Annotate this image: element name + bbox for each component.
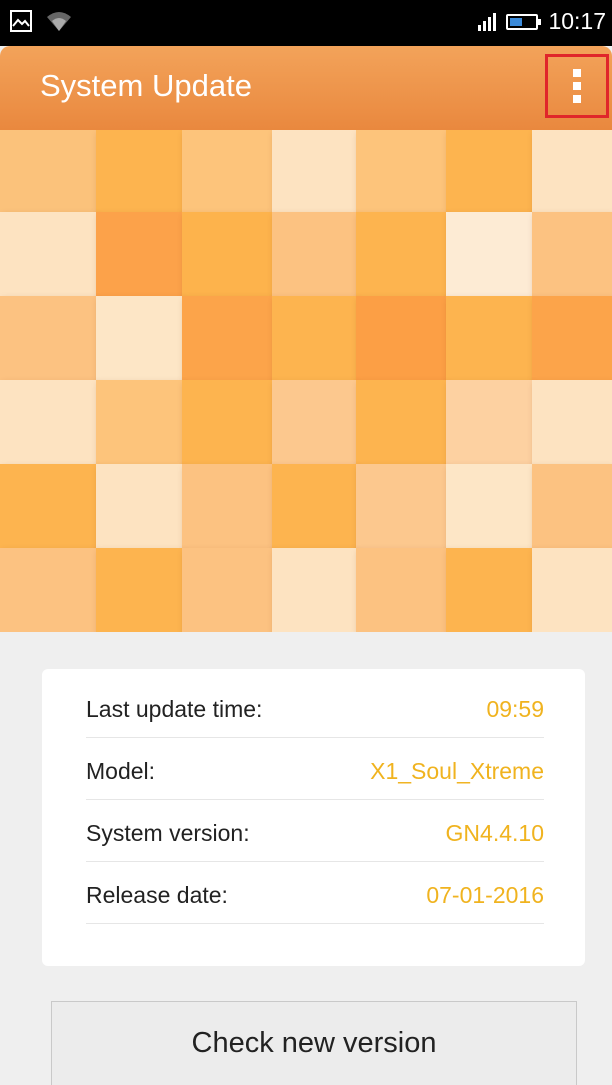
- info-row-system-version: System version: GN4.4.10: [86, 805, 544, 862]
- signal-icon: [478, 12, 497, 31]
- mosaic-tile: [96, 380, 182, 464]
- mosaic-tile: [532, 464, 612, 548]
- mosaic-tile: [0, 464, 96, 548]
- info-value: X1_Soul_Xtreme: [370, 757, 544, 784]
- mosaic-tile: [96, 548, 182, 632]
- mosaic-tile: [96, 130, 182, 212]
- mosaic-tile: [272, 296, 356, 380]
- mosaic-tile: [532, 380, 612, 464]
- info-value: 09:59: [486, 695, 544, 722]
- mosaic-tile: [0, 380, 96, 464]
- mosaic-tile: [446, 380, 532, 464]
- mosaic-tile: [272, 212, 356, 296]
- action-bar: System Update: [0, 46, 612, 130]
- mosaic-tile: [182, 296, 272, 380]
- mosaic-tile: [532, 548, 612, 632]
- info-label: Last update time:: [86, 695, 263, 722]
- mosaic-tile: [272, 548, 356, 632]
- mosaic-tile: [356, 296, 446, 380]
- mosaic-tile: [532, 212, 612, 296]
- mosaic-tile: [0, 212, 96, 296]
- mosaic-tile: [446, 212, 532, 296]
- mosaic-tile: [182, 464, 272, 548]
- info-row-release-date: Release date: 07-01-2016: [86, 867, 544, 924]
- mosaic-tile: [446, 464, 532, 548]
- mosaic-tile: [182, 548, 272, 632]
- mosaic-tile: [0, 548, 96, 632]
- status-time: 10:17: [548, 8, 606, 34]
- mosaic-tile: [356, 548, 446, 632]
- mosaic-tile: [446, 296, 532, 380]
- info-card: Last update time: 09:59 Model: X1_Soul_X…: [42, 669, 585, 966]
- mosaic-tile: [96, 212, 182, 296]
- mosaic-tile: [356, 130, 446, 212]
- mosaic-tile: [272, 464, 356, 548]
- more-vertical-icon: [573, 69, 581, 77]
- mosaic-tile: [532, 130, 612, 212]
- battery-icon: [506, 13, 542, 30]
- info-label: Release date:: [86, 881, 228, 908]
- mosaic-tile: [272, 130, 356, 212]
- image-icon: [10, 10, 32, 32]
- mosaic-tile: [446, 548, 532, 632]
- info-row-model: Model: X1_Soul_Xtreme: [86, 743, 544, 800]
- info-label: Model:: [86, 757, 156, 784]
- mosaic-tile: [96, 296, 182, 380]
- mosaic-tile: [0, 130, 96, 212]
- header-mosaic-image: [0, 130, 612, 632]
- mosaic-tile: [356, 464, 446, 548]
- info-value: GN4.4.10: [445, 819, 544, 846]
- more-options-button[interactable]: [545, 54, 609, 118]
- info-label: System version:: [86, 819, 250, 846]
- mosaic-tile: [356, 380, 446, 464]
- check-new-version-button[interactable]: Check new version: [51, 1001, 577, 1085]
- mosaic-tile: [0, 296, 96, 380]
- mosaic-tile: [446, 130, 532, 212]
- info-value: 07-01-2016: [426, 881, 544, 908]
- mosaic-tile: [272, 380, 356, 464]
- mosaic-tile: [182, 130, 272, 212]
- mosaic-tile: [532, 296, 612, 380]
- mosaic-tile: [96, 464, 182, 548]
- mosaic-tile: [356, 212, 446, 296]
- info-row-last-update: Last update time: 09:59: [86, 681, 544, 738]
- wifi-icon: [47, 12, 71, 31]
- status-bar: 10:17: [0, 0, 612, 46]
- mosaic-tile: [182, 380, 272, 464]
- page-title: System Update: [40, 68, 252, 103]
- mosaic-tile: [182, 212, 272, 296]
